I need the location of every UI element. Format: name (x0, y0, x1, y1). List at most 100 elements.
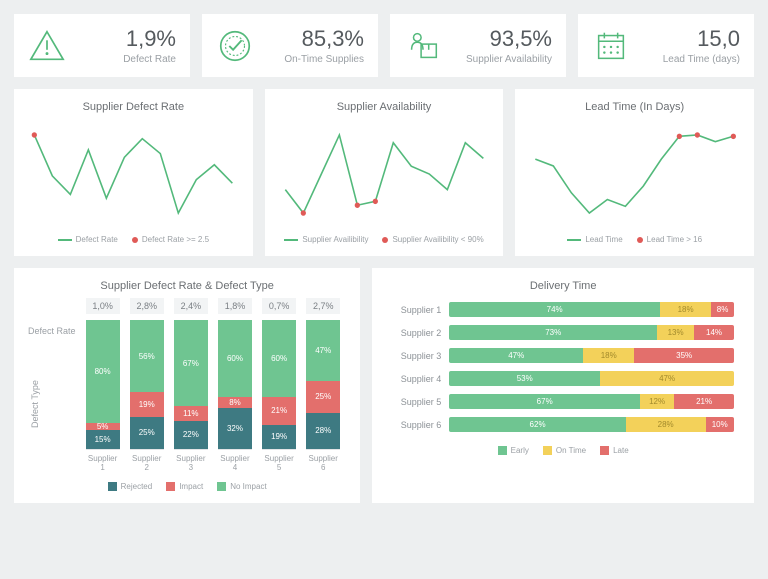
seg-on-time: 12% (640, 394, 674, 409)
seg-early: 73% (449, 325, 657, 340)
chart-legend: Defect Rate Defect Rate >= 2.5 (28, 235, 239, 244)
kpi-defect-rate: 1,9% Defect Rate (14, 14, 190, 77)
chart-legend: Rejected Impact No Impact (28, 482, 346, 491)
stacked-column: 1,8% 60% 8% 32% Supplier 4 (218, 298, 252, 472)
seg-late: 14% (694, 325, 734, 340)
stacked-column: 2,7% 47% 25% 28% Supplier 6 (306, 298, 340, 472)
seg-rejected: 32% (218, 408, 252, 449)
seg-late: 21% (674, 394, 734, 409)
chart-legend: Early On Time Late (386, 446, 740, 455)
seg-on-time: 28% (626, 417, 706, 432)
chart-legend: Lead Time Lead Time > 16 (529, 235, 740, 244)
stacked-bar: 67% 11% 22% (174, 320, 208, 450)
seg-late: 10% (706, 417, 734, 432)
seg-rejected: 28% (306, 413, 340, 449)
kpi-on-time: 85,3% On-Time Supplies (202, 14, 378, 77)
seg-impact: 11% (174, 406, 208, 420)
kpi-value: 1,9% (123, 26, 176, 52)
chart-delivery-time: Delivery Time Supplier 174%18%8%Supplier… (372, 268, 754, 503)
hbar-row: Supplier 5 67%12%21% (386, 394, 734, 409)
stacked-column: 2,4% 67% 11% 22% Supplier 3 (174, 298, 208, 472)
stacked-column: 2,8% 56% 19% 25% Supplier 2 (130, 298, 164, 472)
seg-early: 47% (449, 348, 583, 363)
kpi-value: 85,3% (284, 26, 364, 52)
seg-late: 35% (634, 348, 734, 363)
chart-supplier-availability: Supplier Availability Supplier Availibil… (265, 89, 504, 256)
seg-impact: 8% (218, 397, 252, 407)
defect-rate-value: 1,8% (218, 298, 252, 314)
chart-title: Supplier Defect Rate (28, 101, 239, 113)
hbar-row: Supplier 4 53%47% (386, 371, 734, 386)
seg-on-time: 47% (600, 371, 734, 386)
stacked-bar: 80% 5% 15% (86, 320, 120, 450)
chart-defect-type: Supplier Defect Rate & Defect Type Defec… (14, 268, 360, 503)
chart-title: Supplier Availability (279, 101, 490, 113)
seg-on-time: 18% (660, 302, 711, 317)
seg-rejected: 25% (130, 417, 164, 449)
hbar: 47%18%35% (449, 348, 734, 363)
check-circle-icon (216, 27, 254, 65)
line-chart-svg (279, 119, 490, 229)
seg-on-time: 18% (583, 348, 634, 363)
bottom-row: Supplier Defect Rate & Defect Type Defec… (14, 268, 754, 503)
seg-impact: 21% (262, 397, 296, 424)
seg-early: 67% (449, 394, 640, 409)
line-charts-row: Supplier Defect Rate Defect Rate Defect … (14, 89, 754, 256)
hbar: 53%47% (449, 371, 734, 386)
hbar: 74%18%8% (449, 302, 734, 317)
seg-no-impact: 80% (86, 320, 120, 423)
kpi-label: On-Time Supplies (284, 54, 364, 65)
stacked-bar: 56% 19% 25% (130, 320, 164, 450)
stacked-column: 1,0% 80% 5% 15% Supplier 1 (86, 298, 120, 472)
seg-early: 74% (449, 302, 660, 317)
defect-rate-value: 0,7% (262, 298, 296, 314)
kpi-lead-time: 15,0 Lead Time (days) (578, 14, 754, 77)
defect-rate-value: 2,8% (130, 298, 164, 314)
defect-rate-value: 2,4% (174, 298, 208, 314)
x-label: Supplier 2 (130, 454, 164, 472)
x-label: Supplier 6 (306, 454, 340, 472)
seg-impact: 25% (306, 381, 340, 413)
supplier-box-icon (404, 27, 442, 65)
kpi-availability: 93,5% Supplier Availability (390, 14, 566, 77)
kpi-value: 93,5% (466, 26, 552, 52)
hbar: 67%12%21% (449, 394, 734, 409)
chart-title: Supplier Defect Rate & Defect Type (28, 280, 346, 292)
hbar-row: Supplier 174%18%8% (386, 302, 734, 317)
chart-lead-time: Lead Time (In Days) Lead Time Lead Time … (515, 89, 754, 256)
x-label: Supplier 5 (262, 454, 296, 472)
stacked-bar: 60% 21% 19% (262, 320, 296, 450)
seg-rejected: 22% (174, 421, 208, 449)
seg-no-impact: 47% (306, 320, 340, 381)
row-label: Supplier 5 (386, 397, 441, 407)
row-label: Supplier 4 (386, 374, 441, 384)
chart-title: Lead Time (In Days) (529, 101, 740, 113)
stacked-column: 0,7% 60% 21% 19% Supplier 5 (262, 298, 296, 472)
defect-rate-value: 2,7% (306, 298, 340, 314)
warning-triangle-icon (28, 27, 66, 65)
x-label: Supplier 4 (218, 454, 252, 472)
x-label: Supplier 3 (174, 454, 208, 472)
defect-rate-value: 1,0% (86, 298, 120, 314)
stacked-columns: 1,0% 80% 5% 15% Supplier 1 2,8% 56% 19% … (80, 298, 347, 472)
defect-rate-axis-label: Defect Rate (28, 326, 80, 336)
row-label: Supplier 6 (386, 420, 441, 430)
seg-late: 8% (711, 302, 734, 317)
row-label: Supplier 2 (386, 328, 441, 338)
hbar-rows: Supplier 174%18%8%Supplier 273%13%14%Sup… (386, 298, 740, 436)
hbar-row: Supplier 2 73%13%14% (386, 325, 734, 340)
seg-early: 62% (449, 417, 626, 432)
seg-early: 53% (449, 371, 600, 386)
seg-no-impact: 60% (262, 320, 296, 397)
line-chart-svg (529, 119, 740, 229)
stacked-bar: 60% 8% 32% (218, 320, 252, 450)
seg-no-impact: 56% (130, 320, 164, 392)
hbar-row: Supplier 6 62%28%10% (386, 417, 734, 432)
row-label: Supplier 3 (386, 351, 441, 361)
calendar-icon (592, 27, 630, 65)
stacked-bar: 47% 25% 28% (306, 320, 340, 450)
chart-legend: Supplier Availibility Supplier Availibil… (279, 235, 490, 244)
hbar: 73%13%14% (449, 325, 734, 340)
line-chart-svg (28, 119, 239, 229)
seg-rejected: 19% (262, 425, 296, 450)
